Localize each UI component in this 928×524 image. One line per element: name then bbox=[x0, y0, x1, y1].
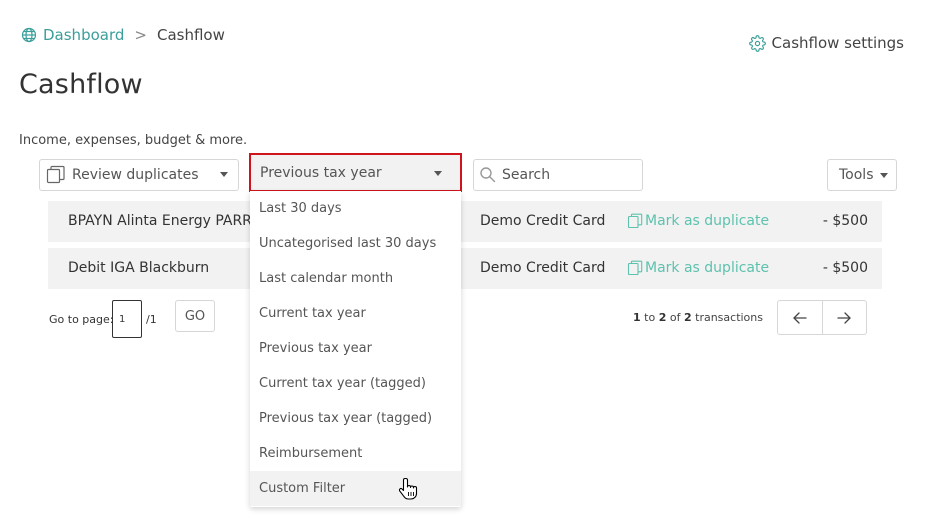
filter-option-current-tax-year-tagged[interactable]: Current tax year (tagged) bbox=[250, 366, 461, 401]
period-filter-selected: Previous tax year bbox=[260, 164, 382, 181]
page-subtitle: Income, expenses, budget & more. bbox=[19, 133, 248, 148]
range-to: to bbox=[644, 311, 656, 324]
arrow-right-icon bbox=[837, 311, 851, 324]
transaction-amount: - $500 bbox=[822, 213, 868, 229]
range-of: of bbox=[669, 311, 681, 324]
mark-as-duplicate-link[interactable]: Mark as duplicate bbox=[627, 213, 769, 229]
previous-page-button[interactable] bbox=[778, 301, 823, 334]
search-icon bbox=[480, 167, 496, 183]
table-row[interactable]: Debit IGA Blackburn Demo Credit Card Mar… bbox=[48, 248, 882, 289]
breadcrumb-home-label: Dashboard bbox=[43, 26, 125, 44]
tools-dropdown-button[interactable]: Tools bbox=[827, 159, 897, 191]
arrow-left-icon bbox=[793, 311, 807, 324]
page-total: /1 bbox=[146, 313, 157, 326]
range-end: 2 bbox=[658, 311, 667, 324]
next-page-button[interactable] bbox=[823, 301, 867, 334]
chevron-down-icon bbox=[434, 171, 442, 176]
transaction-description: Debit IGA Blackburn bbox=[68, 260, 210, 276]
period-filter-select[interactable]: Previous tax year bbox=[249, 153, 462, 192]
chevron-down-icon bbox=[220, 172, 228, 177]
gear-icon bbox=[748, 34, 766, 52]
filter-option-uncategorised-last-30-days[interactable]: Uncategorised last 30 days bbox=[250, 226, 461, 261]
filter-option-last-30-days[interactable]: Last 30 days bbox=[250, 191, 461, 226]
filter-option-custom-filter[interactable]: Custom Filter bbox=[250, 471, 461, 506]
table-row[interactable]: BPAYN Alinta Energy PARRAMATTA Demo Cred… bbox=[48, 201, 882, 242]
breadcrumb: Dashboard > Cashflow bbox=[21, 26, 225, 44]
cashflow-settings-link[interactable]: Cashflow settings bbox=[748, 34, 904, 52]
filter-option-current-tax-year[interactable]: Current tax year bbox=[250, 296, 461, 331]
chevron-down-icon bbox=[879, 172, 888, 178]
review-duplicates-dropdown[interactable]: Review duplicates bbox=[39, 159, 239, 191]
copy-icon bbox=[627, 213, 643, 229]
filter-option-previous-tax-year[interactable]: Previous tax year bbox=[250, 331, 461, 366]
globe-icon bbox=[21, 27, 37, 43]
transaction-account: Demo Credit Card bbox=[480, 260, 606, 276]
page-number-input[interactable]: 1 bbox=[112, 300, 142, 338]
transaction-count: 1 to 2 of 2 transactions bbox=[633, 311, 763, 324]
page-title: Cashflow bbox=[19, 69, 143, 100]
filter-option-previous-tax-year-tagged[interactable]: Previous tax year (tagged) bbox=[250, 401, 461, 436]
go-button[interactable]: GO bbox=[175, 300, 215, 332]
transaction-amount: - $500 bbox=[822, 260, 868, 276]
filter-option-reimbursement[interactable]: Reimbursement bbox=[250, 436, 461, 471]
search-placeholder: Search bbox=[502, 167, 551, 183]
goto-page-label: Go to page: bbox=[49, 313, 114, 326]
search-input[interactable]: Search bbox=[473, 159, 643, 191]
tools-label: Tools bbox=[839, 167, 874, 183]
pagination-nav bbox=[777, 300, 867, 335]
review-duplicates-label: Review duplicates bbox=[72, 167, 199, 183]
breadcrumb-separator: > bbox=[134, 26, 147, 44]
cashflow-settings-label: Cashflow settings bbox=[771, 34, 904, 52]
mark-as-duplicate-label: Mark as duplicate bbox=[645, 213, 770, 229]
period-filter-menu: Last 30 days Uncategorised last 30 days … bbox=[250, 191, 461, 507]
mark-as-duplicate-link[interactable]: Mark as duplicate bbox=[627, 260, 769, 276]
transaction-account: Demo Credit Card bbox=[480, 213, 606, 229]
breadcrumb-current: Cashflow bbox=[156, 26, 225, 44]
range-noun: transactions bbox=[695, 311, 763, 324]
breadcrumb-dashboard-link[interactable]: Dashboard bbox=[21, 26, 124, 44]
range-start: 1 bbox=[633, 311, 641, 324]
hand-pointer-icon bbox=[399, 477, 418, 500]
filter-option-last-calendar-month[interactable]: Last calendar month bbox=[250, 261, 461, 296]
mark-as-duplicate-label: Mark as duplicate bbox=[645, 260, 770, 276]
range-total: 2 bbox=[683, 311, 692, 324]
transaction-description: BPAYN Alinta Energy PARRAMATTA bbox=[68, 213, 253, 229]
copy-icon bbox=[627, 260, 643, 276]
copy-icon bbox=[46, 165, 65, 184]
